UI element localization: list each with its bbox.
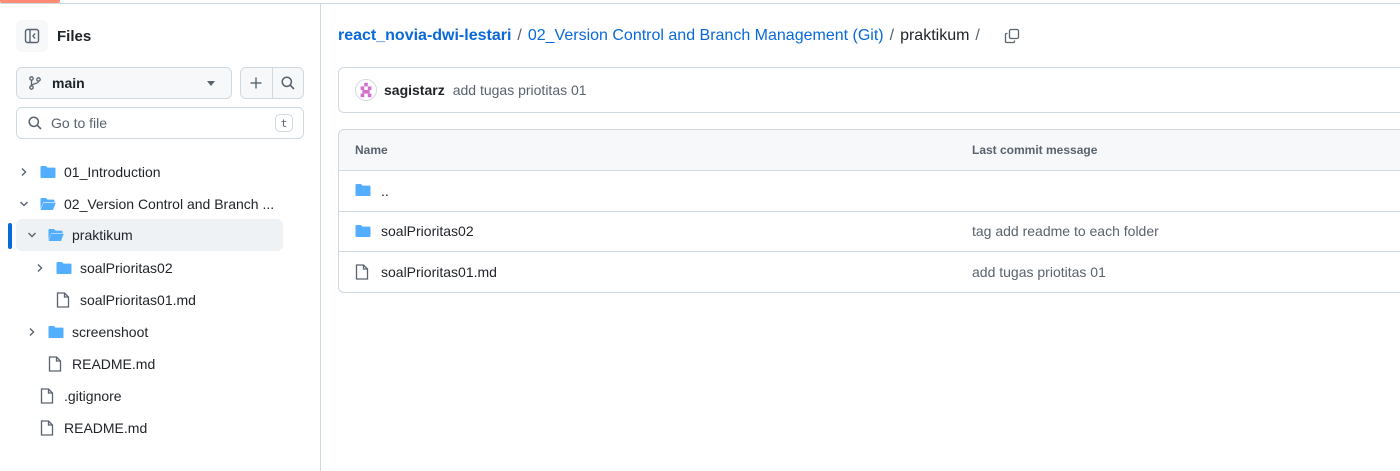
file-icon (40, 388, 56, 404)
breadcrumb: react_novia-dwi-lestari / 02_Version Con… (338, 26, 1022, 46)
tree-item-label: screenshoot (72, 324, 149, 340)
folder-open-icon (40, 196, 56, 212)
tree-item-readme-md[interactable]: README.md (40, 348, 280, 380)
row-commit-message[interactable]: tag add readme to each folder (972, 223, 1159, 239)
file-icon (48, 356, 64, 372)
add-file-button[interactable] (241, 68, 272, 98)
git-branch-icon (29, 76, 41, 90)
commit-message[interactable]: add tugas priotitas 01 (453, 82, 587, 98)
parent-directory-link[interactable]: .. (381, 183, 389, 199)
folder-icon (40, 164, 56, 180)
folder-icon (355, 224, 371, 240)
folder-open-icon (48, 227, 64, 243)
go-to-file-placeholder: Go to file (51, 115, 108, 131)
tree-item-label: soalPrioritas01.md (80, 292, 196, 308)
breadcrumb-folder-link[interactable]: 02_Version Control and Branch Management… (528, 27, 884, 45)
table-row[interactable]: soalPrioritas01.md add tugas priotitas 0… (339, 252, 1400, 292)
chevron-down-icon[interactable] (16, 196, 32, 212)
branch-name: main (52, 75, 85, 91)
tree-item-screenshoot[interactable]: screenshoot (24, 316, 284, 348)
breadcrumb-repo-link[interactable]: react_novia-dwi-lestari (338, 27, 511, 45)
selected-indicator (8, 223, 12, 249)
column-header-last-commit: Last commit message (972, 143, 1098, 157)
table-row[interactable]: soalPrioritas02 tag add readme to each f… (339, 212, 1400, 252)
tree-item-02-version-control[interactable]: 02_Version Control and Branch ... (16, 188, 296, 220)
sidebar-actions (240, 67, 304, 99)
search-code-button[interactable] (271, 68, 304, 98)
branch-selector-button[interactable]: main (16, 67, 232, 99)
tree-item-label: 01_Introduction (64, 164, 161, 180)
file-name-link[interactable]: soalPrioritas02 (381, 223, 474, 239)
go-to-file-input[interactable]: Go to file t (16, 107, 304, 139)
file-tree-sidebar: Files main Go to file t 01_Introduction … (0, 4, 321, 471)
tree-item-label: soalPrioritas02 (80, 260, 173, 276)
tree-item-label: README.md (64, 420, 148, 436)
search-icon (281, 76, 295, 90)
tree-item-01-introduction[interactable]: 01_Introduction (16, 156, 296, 188)
table-header: Name Last commit message (339, 130, 1400, 171)
copy-icon (1004, 28, 1020, 44)
file-icon (40, 420, 56, 436)
file-icon (355, 264, 371, 280)
tree-item-label: README.md (72, 356, 156, 372)
chevron-down-icon (207, 80, 215, 86)
chevron-right-icon[interactable] (16, 164, 32, 180)
row-commit-message[interactable]: add tugas priotitas 01 (972, 264, 1106, 280)
tree-item-soalprioritas02[interactable]: soalPrioritas02 (32, 252, 292, 284)
chevron-right-icon[interactable] (24, 324, 40, 340)
search-icon (28, 116, 42, 130)
file-name-link[interactable]: soalPrioritas01.md (381, 264, 497, 280)
keyboard-shortcut-hint: t (275, 114, 293, 132)
tree-item-praktikum[interactable]: praktikum (16, 219, 283, 251)
folder-icon (56, 260, 72, 276)
identicon-icon (360, 82, 372, 98)
plus-icon (250, 77, 262, 89)
tree-item-label: praktikum (72, 227, 133, 243)
chevron-right-icon[interactable] (32, 260, 48, 276)
collapse-sidebar-button[interactable] (16, 20, 48, 52)
table-row[interactable]: .. (339, 171, 1400, 212)
tree-item-root-readme-md[interactable]: README.md (32, 412, 272, 444)
commit-author[interactable]: sagistarz (384, 82, 445, 98)
chevron-down-icon[interactable] (24, 227, 40, 243)
avatar[interactable] (355, 79, 377, 101)
latest-commit-box: sagistarz add tugas priotitas 01 (338, 67, 1400, 113)
tree-item-label: .gitignore (64, 388, 122, 404)
file-icon (56, 292, 72, 308)
folder-icon (48, 324, 64, 340)
copy-path-button[interactable] (1002, 26, 1022, 46)
tree-item-gitignore[interactable]: .gitignore (32, 380, 272, 412)
breadcrumb-separator: / (889, 27, 895, 44)
breadcrumb-current: praktikum (900, 27, 970, 44)
column-header-name: Name (355, 143, 388, 157)
folder-icon (355, 183, 371, 199)
sidebar-header: Files (16, 20, 91, 52)
breadcrumb-separator: / (517, 27, 522, 44)
file-table: Name Last commit message .. soalPriorita… (338, 129, 1400, 293)
sidebar-collapse-icon (24, 28, 40, 44)
breadcrumb-separator: / (975, 27, 980, 44)
tree-item-soalprioritas01-md[interactable]: soalPrioritas01.md (48, 284, 288, 316)
tree-item-label: 02_Version Control and Branch ... (64, 196, 275, 212)
sidebar-title: Files (57, 27, 92, 45)
